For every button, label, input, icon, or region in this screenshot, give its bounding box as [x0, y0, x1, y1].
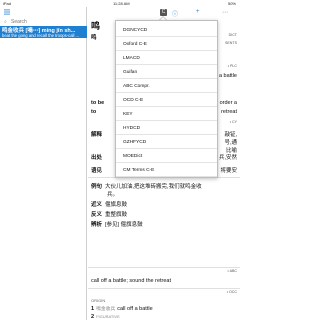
entry-row-text: [参见] 偃旗息鼓: [105, 222, 143, 228]
dictionary-option[interactable]: CM Terms C-E: [116, 164, 217, 177]
status-bar: iPad 11:28 AM 50%: [0, 0, 240, 7]
occ-definition: 2 FIGURATIVE: [91, 314, 122, 320]
definition-text: call off a battle: [117, 306, 153, 312]
entry-text-fragment: 敲钲,: [224, 132, 237, 138]
dictionary-option[interactable]: KEY: [116, 108, 217, 121]
divider: [88, 267, 240, 268]
search-icon: ⌕: [4, 19, 7, 25]
entry-row-text: 偃旗息鼓: [105, 202, 128, 208]
dictionary-option[interactable]: ABC Compr.: [116, 80, 217, 93]
add-icon[interactable]: +: [196, 9, 200, 15]
abc-definition: call off a battle; sound the retreat: [91, 278, 172, 284]
clipboard-mode-button[interactable]: C: [160, 9, 167, 16]
search-results-pane: ⌕ 鸣金收兵 [鳴⋯] míng jīn sh... beat the gong…: [0, 7, 87, 320]
dictionary-option[interactable]: HYDCD: [116, 122, 217, 135]
definition-number: 1: [91, 306, 95, 312]
dictionary-picker-popup: DGNCYCD Oxford C-E LMACD Guifan ABC Compr. OC…: [115, 20, 218, 178]
dictionary-option[interactable]: Guifan: [116, 66, 217, 79]
definition-tag: FIGURATIVE: [96, 314, 120, 319]
entry-text-fragment: 兵,安然: [218, 155, 237, 161]
dictionary-option[interactable]: MOEDict: [116, 150, 217, 163]
entry-text-fragment: order a: [219, 100, 237, 106]
entry-label-fragment: 鸣: [91, 35, 97, 41]
abc-section-label: • ABC: [227, 269, 237, 273]
origin-label: ORIGIN: [91, 298, 106, 303]
entry-row-text: 重整旗鼓: [105, 212, 128, 218]
dictionary-option[interactable]: OCD C-E: [116, 94, 217, 107]
entry-label-fragment: 出处: [91, 155, 103, 161]
search-input[interactable]: [11, 19, 81, 25]
entry-row-label: 近义: [91, 202, 103, 208]
left-toolbar: [0, 7, 87, 17]
entry-text-fragment: a battle: [218, 73, 237, 79]
clock: 11:28 AM: [113, 1, 130, 6]
entry-label-fragment: 语见: [91, 168, 103, 174]
definition-number: 2: [91, 314, 95, 320]
entry-text-fragment: • PLC: [227, 64, 237, 68]
dictionary-option[interactable]: LMACD: [116, 52, 217, 65]
result-gloss: beat the gong and recall the troops-call…: [2, 32, 80, 38]
entry-headword: 鸣: [91, 21, 101, 31]
entry-label-fragment: 解释: [91, 132, 103, 138]
entry-row-label: 辨析: [91, 222, 103, 228]
search-bar: ⌕: [0, 18, 87, 26]
list-icon[interactable]: [4, 9, 10, 15]
dictionary-option[interactable]: GZHFYCD: [116, 136, 217, 149]
dictionary-option[interactable]: Oxford C-E: [116, 38, 217, 51]
definition-tag: 鳴金收兵: [96, 307, 116, 312]
dictionary-option[interactable]: DGNCYCD: [116, 24, 217, 37]
entry-label-fragment: to be: [91, 100, 105, 106]
entry-row: 反义 重整旗鼓: [91, 210, 127, 218]
entry-text-fragment: • CY: [229, 120, 237, 124]
search-result-item[interactable]: 鸣金收兵 [鳴⋯] míng jīn sh... beat the gong a…: [0, 26, 87, 38]
entry-row: 例句 大伙儿加油,把这堆砖搬完,我们就鸣金收: [91, 182, 202, 190]
entry-row-text: 大伙儿加油,把这堆砖搬完,我们就鸣金收: [105, 184, 202, 190]
battery-level: 50%: [227, 1, 236, 6]
entry-text-fragment: DICT: [228, 33, 237, 37]
entry-row-label: 反义: [91, 212, 103, 218]
entry-text-fragment: 将要安: [220, 168, 237, 174]
entry-row: 近义 偃旗息鼓: [91, 200, 127, 208]
entry-row: 辨析 [参见] 偃旗息鼓: [91, 220, 143, 228]
entry-label-fragment: to: [91, 109, 97, 115]
entry-row-text: 兵。: [107, 192, 119, 198]
entry-text-fragment: retreat: [221, 109, 237, 115]
info-icon[interactable]: ⓘ: [172, 9, 178, 18]
occ-section-label: • OCC: [226, 290, 237, 294]
entry-text-fragment: 号,通: [224, 140, 237, 146]
more-icon[interactable]: ⋯: [222, 9, 228, 16]
carrier-label: iPad: [3, 1, 12, 6]
divider: [88, 288, 240, 289]
entry-row: 兵。: [91, 190, 118, 198]
entry-text-fragment: SENTS: [225, 41, 237, 45]
occ-definition: 1 鳴金收兵 call off a battle: [91, 305, 153, 312]
